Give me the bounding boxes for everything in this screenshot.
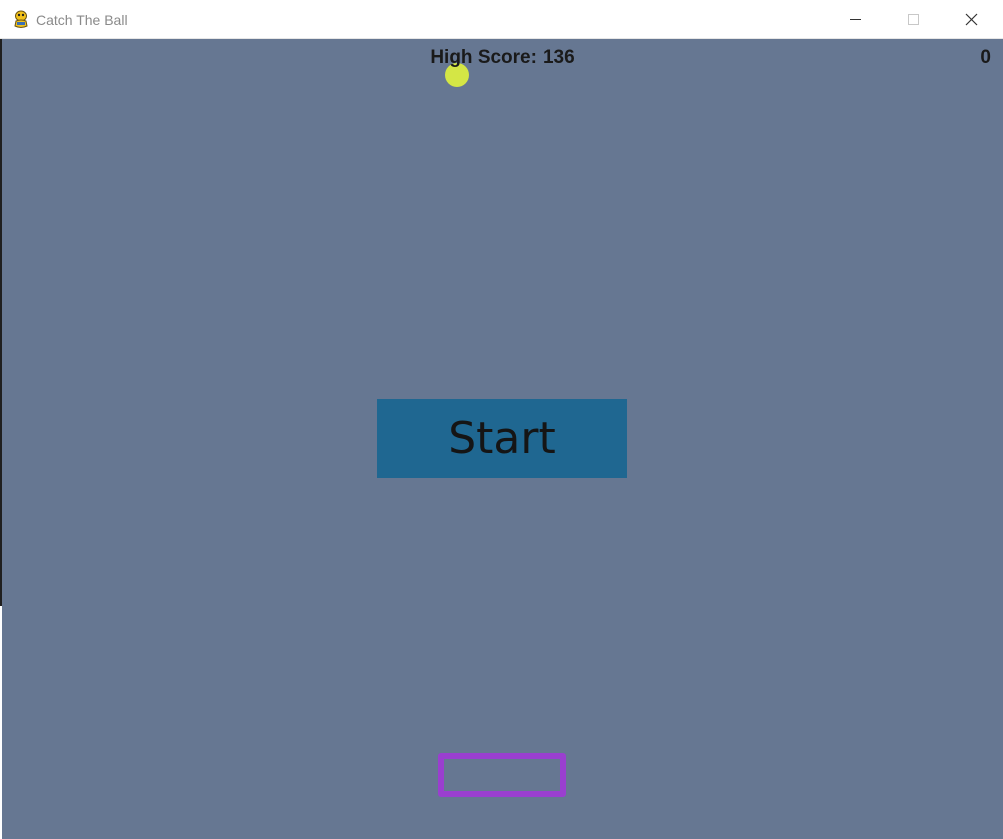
high-score-label: High Score: — [430, 47, 537, 68]
close-icon — [965, 13, 978, 26]
start-button[interactable]: Start — [377, 399, 627, 478]
high-score-display: High Score: 136 — [2, 46, 1003, 70]
pygame-snake-icon — [12, 10, 30, 30]
minimize-icon — [850, 19, 861, 20]
window-title: Catch The Ball — [36, 12, 128, 28]
close-button[interactable] — [942, 0, 1000, 39]
game-window: Catch The Ball High Score: 136 0 Start — [0, 0, 1003, 839]
minimize-button[interactable] — [826, 0, 884, 39]
high-score-value: 136 — [542, 47, 575, 68]
game-canvas[interactable]: High Score: 136 0 Start — [2, 39, 1003, 839]
maximize-icon — [908, 14, 919, 25]
paddle[interactable] — [438, 753, 566, 797]
maximize-button[interactable] — [884, 0, 942, 39]
title-bar[interactable]: Catch The Ball — [0, 0, 1003, 39]
